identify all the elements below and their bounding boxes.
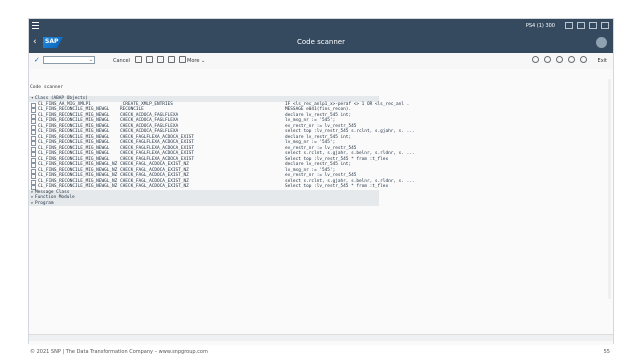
globe-icon[interactable] [556, 56, 563, 63]
command-field[interactable]: ⌄ [43, 56, 95, 64]
application-toolbar: ✓ ⌄ Cancel More ⌄ Exit [29, 53, 613, 70]
sap-window: PS4 (1) 300 ‹ SAP Code scanner ✓ ⌄ Cance… [28, 18, 614, 345]
maximize-icon[interactable] [589, 22, 597, 29]
shell-bar: ‹ SAP Code scanner [29, 33, 613, 53]
vertical-scrollbar[interactable] [608, 79, 611, 299]
cancel-button[interactable]: Cancel [113, 58, 130, 64]
settings-icon[interactable] [544, 56, 551, 63]
tree-node[interactable]: ▸Program [29, 200, 379, 206]
system-info: PS4 (1) 300 [525, 23, 555, 29]
customize-icon[interactable] [565, 22, 573, 29]
result-tree: ▾Class (ABAP Objects) CL_FINS_AA_MIG_XML… [29, 96, 415, 206]
chevron-down-icon[interactable]: ⌄ [89, 57, 93, 63]
layout-icon[interactable] [179, 56, 186, 63]
menu-icon[interactable] [32, 22, 39, 29]
display-icon[interactable] [580, 56, 587, 63]
toolbar-right-icons [532, 56, 587, 63]
search-icon[interactable] [532, 56, 539, 63]
avatar[interactable] [596, 37, 607, 48]
print-icon[interactable] [146, 56, 153, 63]
refresh-icon[interactable] [168, 56, 175, 63]
close-icon[interactable] [601, 22, 609, 29]
help-icon[interactable] [568, 56, 575, 63]
save-icon[interactable] [135, 56, 142, 63]
exit-button[interactable]: Exit [598, 58, 607, 64]
toolbar-icons [135, 56, 186, 63]
tree-rows: CL_FINS_AA_MIG_XMLP1 _CREATE_XMLP_ENTRIES… [29, 102, 415, 190]
system-bar: PS4 (1) 300 [29, 19, 613, 33]
tree-other-nodes: ▸Message Class ▸Function Module ▸Program [29, 189, 379, 206]
minimize-icon[interactable] [577, 22, 585, 29]
page-number: 55 [603, 349, 610, 355]
more-button[interactable]: More ⌄ [187, 58, 205, 64]
page-title: Code scanner [297, 38, 345, 46]
breadcrumb: Code scanner [30, 85, 64, 90]
find-icon[interactable] [157, 56, 164, 63]
slide-footer: © 2021 SNP | The Data Transformation Com… [30, 349, 208, 355]
enter-check-icon[interactable]: ✓ [34, 56, 40, 64]
window-controls [565, 22, 609, 29]
horizontal-scrollbar[interactable] [29, 334, 613, 341]
main-content: Code scanner ▾Class (ABAP Objects) CL_FI… [29, 69, 613, 345]
